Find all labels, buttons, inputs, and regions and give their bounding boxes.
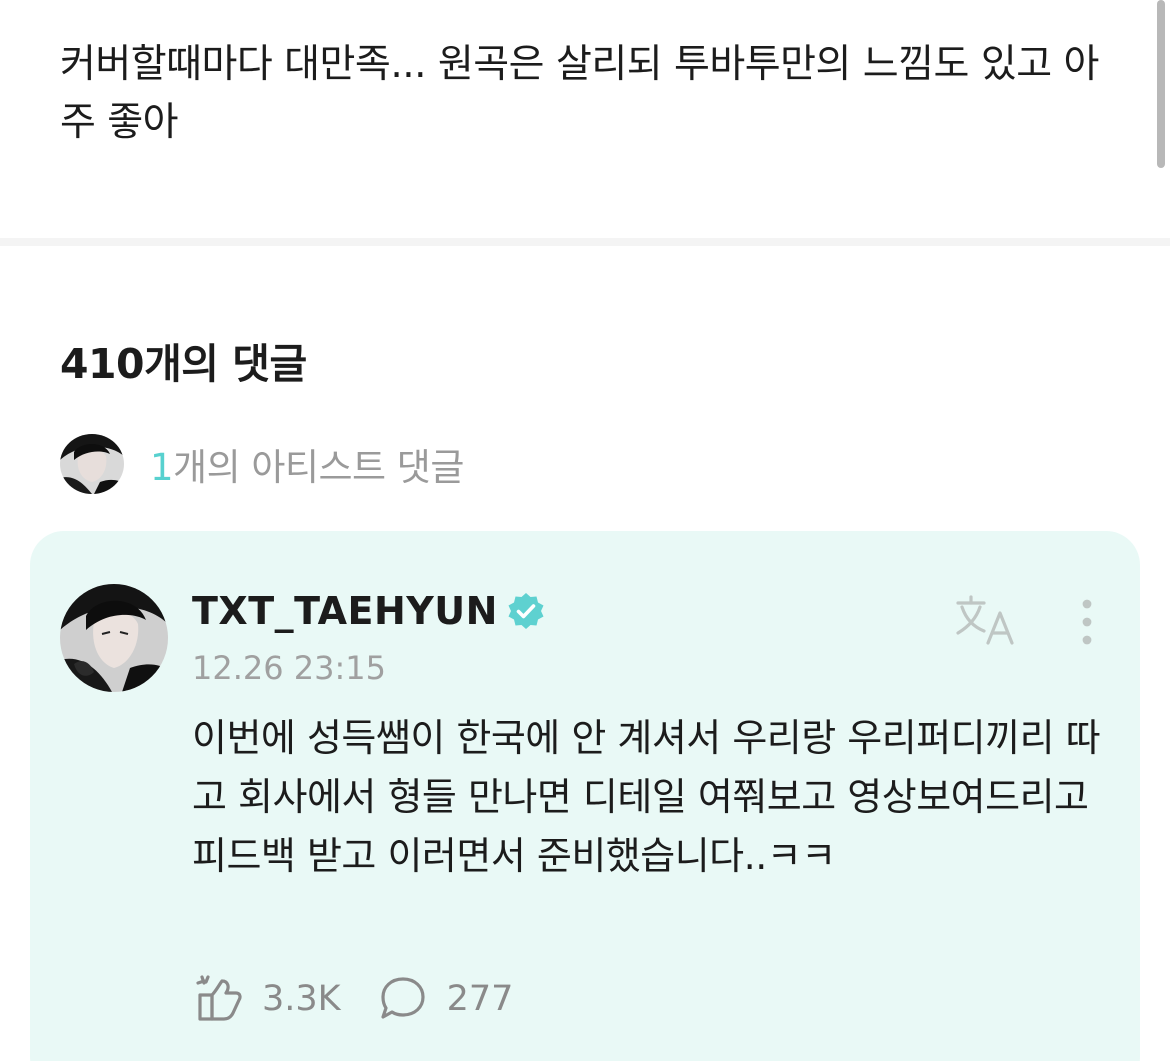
like-button[interactable]: 3.3K (192, 973, 341, 1025)
reply-count: 277 (446, 979, 514, 1019)
like-count: 3.3K (262, 979, 341, 1019)
artist-comments-count: 1 (150, 446, 174, 489)
section-divider (0, 238, 1170, 246)
artist-avatar (60, 434, 124, 494)
post-body-text: 커버할때마다 대만족... 원곡은 살리되 투바투만의 느낌도 있고 아주 좋아 (60, 42, 1099, 145)
scrollbar[interactable] (1157, 0, 1165, 168)
reply-button[interactable]: 277 (377, 973, 514, 1025)
comment-author-name[interactable]: TXT_TAEHYUN (192, 589, 498, 633)
comment-timestamp: 12.26 23:15 (192, 649, 386, 687)
artist-comments-label-text: 개의 아티스트 댓글 (173, 446, 464, 489)
comment-body-text: 이번에 성득쌤이 한국에 안 계셔서 우리랑 우리퍼디끼리 따고 회사에서 형들… (192, 716, 1101, 878)
comment-actions-row: 3.3K 277 (192, 971, 513, 1027)
more-vertical-icon[interactable] (1074, 597, 1100, 647)
comments-count-title: 410개의 댓글 (60, 340, 307, 388)
comment-author-avatar[interactable] (60, 584, 168, 692)
artist-comments-label: 1개의 아티스트 댓글 (150, 437, 464, 491)
artist-comment-card: TXT_TAEHYUN 12.26 23:15 이번에 성득쌤이 한국에 안 계… (30, 531, 1140, 1061)
comment-author-row: TXT_TAEHYUN (192, 589, 546, 633)
post-page: 커버할때마다 대만족... 원곡은 살리되 투바투만의 느낌도 있고 아주 좋아… (0, 0, 1170, 1061)
artist-comments-summary[interactable]: 1개의 아티스트 댓글 (60, 434, 464, 494)
translate-icon[interactable] (954, 593, 1018, 647)
reply-bubble-icon (381, 977, 425, 1019)
like-icon (196, 975, 242, 1021)
verified-badge-icon (508, 593, 544, 629)
